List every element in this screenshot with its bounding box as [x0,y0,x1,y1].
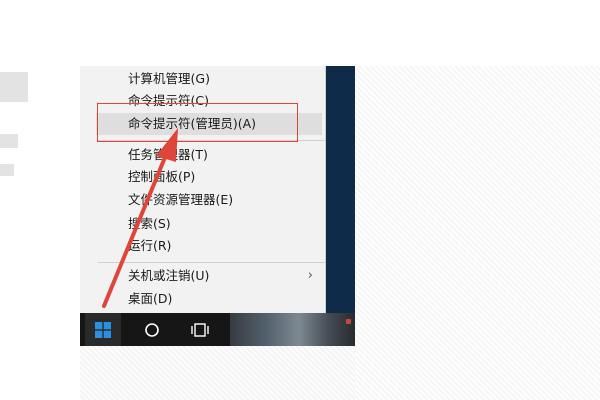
task-view-button[interactable] [182,313,218,346]
taskbar-pinned-apps[interactable] [230,313,355,346]
windows-logo-icon [95,321,111,338]
menu-item-label: 文件资源管理器(E) [128,192,234,207]
notification-dot [346,319,351,324]
desktop-background [355,66,600,400]
cortana-circle-icon [145,322,159,337]
menu-item-computer-management[interactable]: 计算机管理(G) [98,68,325,90]
taskbar [80,313,355,346]
annotation-highlight-box [97,103,298,142]
blurred-background [0,72,28,102]
menu-separator [98,262,325,263]
menu-item-label: 计算机管理(G) [128,71,210,86]
desktop-background [80,346,355,400]
menu-item-control-panel[interactable]: 控制面板(P) [98,166,325,188]
menu-item-label: 运行(R) [128,238,172,253]
menu-item-label: 桌面(D) [128,291,173,306]
menu-item-label: 任务管理器(T) [128,147,208,162]
start-button[interactable] [85,313,121,346]
task-view-icon [191,322,209,337]
menu-item-search[interactable]: 搜索(S) [98,213,325,235]
menu-item-label: 关机或注销(U) [128,268,210,283]
blurred-background [0,164,14,176]
menu-item-label: 搜索(S) [128,216,171,231]
submenu-arrow-icon: › [307,268,313,283]
menu-item-run[interactable]: 运行(R) [98,235,325,257]
menu-item-task-manager[interactable]: 任务管理器(T) [98,144,325,166]
menu-item-shutdown-signout[interactable]: 关机或注销(U) › [98,265,325,287]
blurred-background [0,134,18,148]
menu-item-desktop[interactable]: 桌面(D) [98,288,325,310]
cortana-button[interactable] [134,313,170,346]
menu-item-label: 控制面板(P) [128,169,196,184]
menu-item-file-explorer[interactable]: 文件资源管理器(E) [98,189,325,211]
